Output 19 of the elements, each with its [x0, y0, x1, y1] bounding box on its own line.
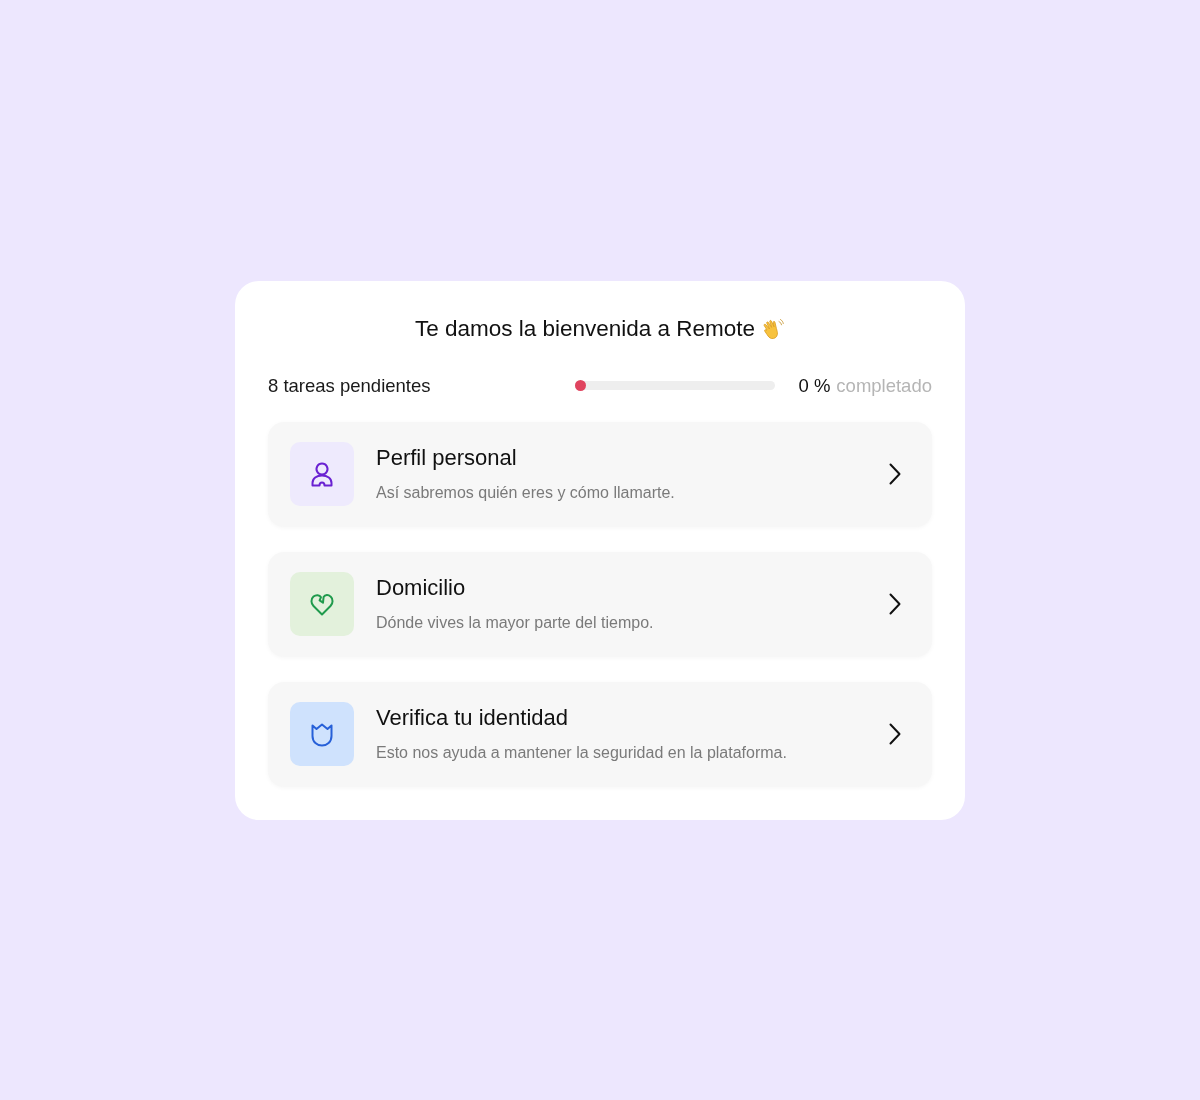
pending-tasks-label: 8 tareas pendientes: [268, 374, 431, 397]
task-description: Esto nos ayuda a mantener la seguridad en la plataforma.: [376, 743, 788, 763]
welcome-title: Te damos la bienvenida a Remote: [414, 315, 756, 342]
percent-value: 0 %: [798, 374, 831, 397]
chevron-right-icon: [889, 723, 901, 745]
task-card[interactable]: Domicilio Dónde vives la mayor parte del tiempo.: [268, 551, 932, 657]
chevron-right-icon: [889, 463, 901, 485]
waving-hand-icon: [761, 316, 786, 341]
task-card[interactable]: Perfil personal Así sabremos quién eres y cómo llamarte.: [268, 421, 932, 527]
person-icon: [290, 442, 354, 506]
task-title: Perfil personal: [376, 444, 518, 472]
completion-label: completado: [836, 374, 932, 397]
task-card[interactable]: Verifica tu identidad Esto nos ayuda a mantener la seguridad en la plataforma.: [268, 681, 932, 787]
task-title: Domicilio: [376, 574, 467, 602]
shield-icon: [290, 702, 354, 766]
chevron-right-icon: [889, 593, 901, 615]
task-description: Dónde vives la mayor parte del tiempo.: [376, 613, 655, 633]
task-description: Así sabremos quién eres y cómo llamarte.: [376, 483, 676, 503]
task-title: Verifica tu identidad: [376, 704, 570, 732]
